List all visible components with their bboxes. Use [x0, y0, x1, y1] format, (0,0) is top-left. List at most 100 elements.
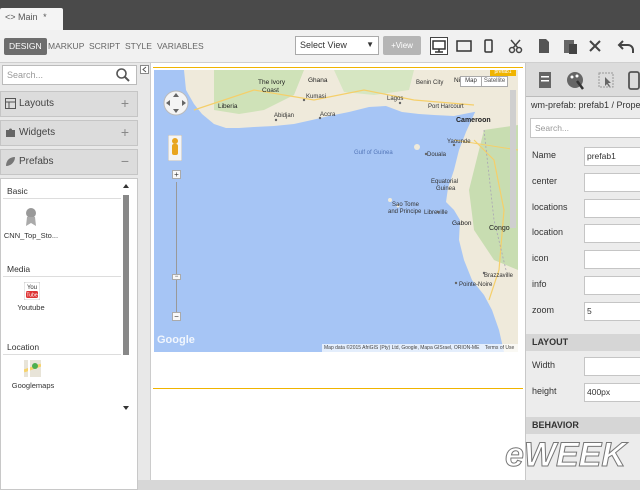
desktop-icon[interactable] [430, 37, 448, 55]
properties-search-input[interactable]: Search... [530, 118, 640, 138]
prop-input-name[interactable]: prefab1 [584, 147, 640, 166]
prop-input-location[interactable] [584, 224, 640, 243]
prop-input-locations[interactable] [584, 199, 640, 218]
prop-label-width: Width [532, 360, 556, 370]
section-widgets[interactable]: Widgets + [0, 120, 138, 146]
prop-label-center: center [532, 176, 558, 186]
collapse-panel-icon[interactable] [140, 65, 149, 74]
group-location-label: Location [7, 342, 40, 352]
zoom-slider-handle[interactable]: − [172, 274, 181, 280]
youtube-icon: You Tube [24, 282, 40, 300]
divider [3, 354, 121, 355]
prop-input-info[interactable] [584, 276, 640, 295]
paste-icon[interactable] [561, 37, 579, 55]
styles-icon[interactable] [563, 67, 587, 95]
prop-input-center[interactable] [584, 173, 640, 192]
group-media-label: Media [7, 264, 31, 274]
map-label: Abidjan [274, 113, 294, 119]
expand-icon: + [120, 95, 129, 111]
section-label: Prefabs [19, 156, 54, 167]
mode-style-button[interactable]: STYLE [122, 38, 155, 55]
map-scrollbar[interactable] [510, 90, 516, 228]
tab-main[interactable]: <> Main * [0, 8, 63, 30]
svg-text:Tube: Tube [26, 293, 37, 299]
expand-icon: + [120, 124, 129, 140]
mode-script-button[interactable]: SCRIPT [86, 38, 123, 55]
map-label: Congo [489, 225, 510, 232]
select-view-value: Select View [300, 40, 347, 50]
map-label: Douala [427, 152, 447, 158]
modified-marker: * [43, 12, 47, 22]
search-placeholder: Search... [535, 123, 570, 133]
prefab-item-label: Youtube [17, 303, 45, 312]
award-icon [26, 208, 36, 226]
device-icon[interactable] [623, 67, 640, 95]
terms-link[interactable]: Terms of Use [485, 345, 514, 351]
svg-text:eWEEK: eWEEK [505, 436, 628, 474]
googlemaps-icon [24, 360, 41, 377]
map-label: Port Harcourt [428, 104, 464, 110]
section-layout-header[interactable]: LAYOUT [526, 334, 640, 351]
phone-icon[interactable] [479, 37, 497, 55]
zoom-out-button[interactable]: − [172, 312, 181, 321]
google-map-widget[interactable]: The Ivory Coast Ghana Liberia Kumasi Abi… [154, 70, 518, 352]
tablet-icon[interactable] [455, 37, 473, 55]
eweek-watermark-logo: eWEEK [505, 436, 629, 475]
toolbar: DESIGN MARKUP SCRIPT STYLE VARIABLES Sel… [0, 30, 640, 63]
add-view-button[interactable]: +View [383, 36, 421, 55]
map-label: Ghana [308, 77, 328, 84]
map-label: The Ivory [258, 79, 286, 86]
zoom-in-button[interactable]: + [172, 170, 181, 179]
divider [3, 276, 121, 277]
pan-control-icon[interactable] [162, 86, 190, 120]
search-icon[interactable] [115, 67, 131, 83]
prop-label-name: Name [532, 150, 557, 160]
google-logo: Google [157, 334, 195, 346]
map-label: Cameroon [456, 117, 491, 124]
panel-title: wm-prefab: prefab1 / Prope [531, 100, 640, 110]
tab-bar: <> Main * [0, 0, 640, 30]
map-label: Lagos [387, 96, 403, 102]
collapse-icon: − [120, 153, 129, 169]
properties-icon[interactable] [533, 67, 557, 95]
map-label: Liberia [218, 103, 238, 110]
selection-top-line [153, 67, 523, 68]
section-prefabs[interactable]: Prefabs − [0, 149, 138, 175]
map-label: Brazzaville [484, 273, 514, 279]
map-type-satellite-button[interactable]: Satellite [481, 76, 508, 87]
prop-input-height[interactable]: 400px [584, 383, 640, 402]
leaf-icon [6, 157, 15, 166]
zoom-slider-track[interactable] [176, 182, 177, 312]
copy-icon[interactable] [535, 37, 553, 55]
map-label: Kumasi [306, 94, 326, 100]
section-label: Widgets [19, 127, 56, 138]
search-placeholder: Search... [7, 70, 44, 80]
prefab-list: Basic CNN_Top_Sto... Media You Tube Youtu… [0, 178, 138, 490]
prop-input-icon[interactable] [584, 250, 640, 269]
map-tiles: The Ivory Coast Ghana Liberia Kumasi Abi… [154, 70, 518, 352]
select-view-dropdown[interactable]: Select View ▼ [295, 36, 379, 55]
map-type-map-button[interactable]: Map [460, 76, 482, 87]
map-label: Benin City [416, 80, 443, 86]
tab-label: Main [18, 12, 38, 22]
prop-label-icon: icon [532, 253, 549, 263]
prop-label-zoom: zoom [532, 305, 555, 315]
map-label: Equatorial [431, 179, 458, 185]
undo-icon[interactable] [617, 37, 635, 55]
cut-icon[interactable] [507, 37, 525, 55]
delete-icon[interactable] [586, 37, 604, 55]
prefabs-scrollbar[interactable] [122, 184, 130, 484]
map-label: Coast [262, 87, 279, 94]
street-view-pegman-icon[interactable] [168, 135, 182, 161]
prop-label-location: location [532, 227, 564, 237]
group-basic-label: Basic [7, 186, 28, 196]
mode-markup-button[interactable]: MARKUP [45, 38, 87, 55]
mode-variables-button[interactable]: VARIABLES [154, 38, 207, 55]
prop-input-width[interactable] [584, 357, 640, 376]
prop-label-info: info [532, 279, 547, 289]
section-layouts[interactable]: Layouts + [0, 91, 138, 117]
events-icon[interactable] [594, 67, 618, 95]
prop-input-zoom[interactable]: 5 [584, 302, 640, 321]
mode-design-button[interactable]: DESIGN [4, 38, 47, 55]
svg-text:You: You [27, 285, 37, 291]
